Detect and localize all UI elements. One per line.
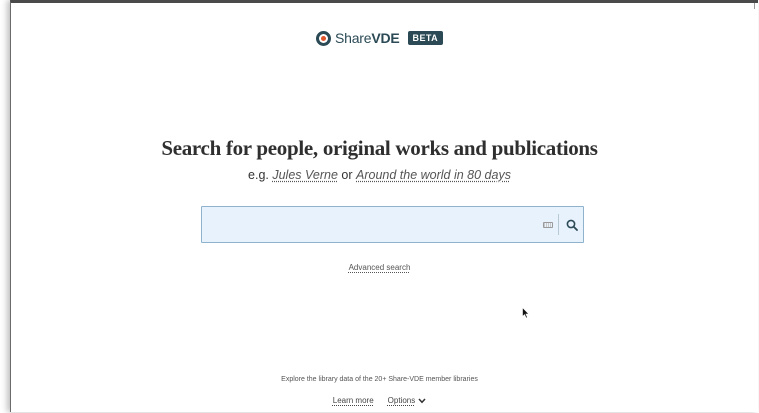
example-link-around-the-world[interactable]: Around the world in 80 days	[356, 168, 511, 182]
options-label: Options	[387, 396, 416, 405]
footer-links: Learn more Options	[0, 396, 759, 405]
mouse-pointer-icon	[522, 307, 530, 319]
examples-prefix: e.g.	[248, 168, 269, 182]
window-edge	[754, 3, 755, 9]
search-box	[201, 206, 584, 243]
search-icon	[566, 219, 578, 231]
page-headline: Search for people, original works and pu…	[161, 136, 598, 160]
logo-text: ShareVDE	[335, 30, 400, 46]
sharevde-logo-icon	[316, 30, 331, 46]
learn-more-link[interactable]: Learn more	[333, 396, 374, 405]
logo-text-light: Share	[335, 30, 372, 46]
advanced-search-link[interactable]: Advanced search	[349, 263, 411, 272]
search-input[interactable]	[202, 207, 532, 242]
beta-badge: BETA	[407, 31, 443, 45]
search-button[interactable]	[560, 207, 583, 242]
site-logo[interactable]: ShareVDE BETA	[0, 30, 759, 46]
keyboard-icon[interactable]	[543, 222, 553, 228]
chevron-down-icon	[418, 397, 426, 403]
examples-joiner: or	[341, 168, 353, 182]
example-link-jules-verne[interactable]: Jules Verne	[272, 168, 338, 182]
search-divider	[558, 214, 559, 235]
search-examples: e.g. Jules Verne or Around the world in …	[0, 168, 759, 182]
options-dropdown[interactable]: Options	[388, 396, 427, 405]
advanced-search: Advanced search	[0, 263, 759, 272]
footer-description: Explore the library data of the 20+ Shar…	[281, 376, 478, 383]
logo-text-bold: VDE	[371, 30, 400, 46]
